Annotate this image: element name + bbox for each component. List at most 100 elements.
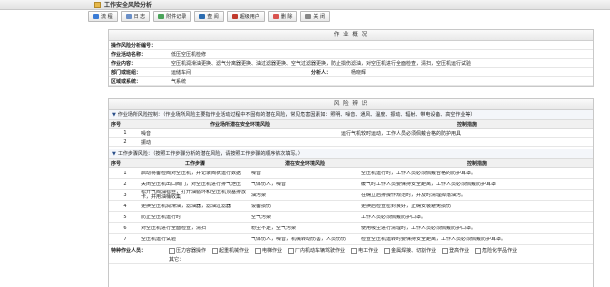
overview-label: 区域或系统： — [111, 78, 142, 85]
overview-label-2: 分析人： — [311, 69, 332, 76]
checkbox-box[interactable] — [351, 247, 358, 254]
checkbox-box[interactable] — [384, 247, 391, 254]
table-row: 2 振动 — [109, 138, 593, 147]
view-button[interactable]: 查 阅 — [194, 10, 224, 22]
cell-risk: 设备损伤 — [251, 203, 272, 209]
table-row: 5 防止空压机运行时 空气污染 工作人员必须佩戴防护口罩。 — [109, 212, 593, 223]
cell-risk: 粉尘不足，空气污染 — [251, 225, 297, 231]
delete-button[interactable]: 删 除 — [267, 10, 298, 22]
cell-measure: 在确立后排操作规范时，并及时清理掉落油污。 — [361, 192, 467, 198]
checkbox-box[interactable] — [169, 247, 175, 254]
special-option-checkbox[interactable]: 金属焊接、切割作业 — [384, 247, 436, 254]
delete-button-label: 删 除 — [280, 13, 293, 20]
checkbox-box[interactable] — [475, 247, 482, 254]
cell-measure: 运行气机较时运动，工作人员必须佩戴合格的防护用具 — [341, 130, 462, 137]
flow-button[interactable]: 流 程 — [88, 10, 118, 22]
overview-label: 作业活动名称： — [111, 51, 147, 58]
cell-risk: 气体伤人，噪音，机械转动伤害，人员伤伤 — [251, 236, 347, 242]
special-option-checkbox[interactable]: 电梯作业 — [255, 247, 282, 254]
cell-risk: 空气污染 — [251, 214, 272, 220]
overview-value: 低压空压机检修 — [171, 51, 207, 58]
log-button-label: 日 志 — [133, 13, 146, 20]
overview-row: 区域或系统： 气系统 — [109, 77, 593, 86]
cell-measure: 工作人员必须佩戴防护口罩。 — [361, 214, 427, 220]
log-button[interactable]: 日 志 — [120, 10, 151, 22]
cell-step: 松开气阀油标丝，打开油循环和空压机顶塞排放卡，并用油桶收集 — [141, 190, 247, 200]
view-button-label: 查 阅 — [207, 13, 219, 20]
section-site-risk-title: 作业场所风险控制：（作业场所风险主要指作业活动过程中不固有的潜在风险，常见危害因… — [117, 112, 476, 118]
special-option-checkbox[interactable]: 电工作业 — [351, 247, 378, 254]
table-row: 7 空压机运行试验 气体伤人，噪音，机械转动伤害，人员伤伤 检查空压机运转时要保持安全… — [109, 234, 593, 245]
overview-value: 空压机润滑油更换、滤气分离器更换、油过滤器更换、空气过滤器更换，防止损伤滤油，对… — [171, 60, 472, 67]
risk-panel: 风 险 辨 识 ▼ 作业场所风险控制：（作业场所风险主要指作业活动过程中不固有的… — [108, 98, 594, 287]
col-measure: 控制措施 — [456, 121, 477, 128]
gallery-button[interactable]: 附件记录 — [153, 10, 192, 22]
overview-panel: 作 业 概 况 操作风险分析编号： 作业活动名称： 低压空压机检修作业内容： 空压机润… — [108, 29, 594, 87]
close-button[interactable]: 关 闭 — [300, 10, 330, 22]
gallery-button-label: 附件记录 — [166, 13, 187, 20]
col-no: 序号 — [111, 160, 122, 167]
chevron-down-icon: ▼ — [112, 111, 116, 118]
view-icon — [199, 13, 206, 19]
folder-icon — [94, 1, 101, 8]
overview-label: 操作风险分析编号： — [111, 42, 157, 49]
table-row: 4 更换空压机润滑油，滤油器，滤油过滤器 设备损伤 更换后检查密封良好，正确安装避免损… — [109, 201, 593, 212]
delete-icon — [272, 13, 279, 19]
table-row: 1 噪音 运行气机较时运动，工作人员必须佩戴合格的防护用具 — [109, 129, 593, 138]
checkbox-label: 起重机械作业 — [219, 248, 250, 254]
cell-risk: 气体伤人，噪音 — [251, 181, 287, 187]
special-option-checkbox[interactable]: 危险化学品作业 — [475, 247, 517, 254]
cell-step: 防止空压机运行时 — [141, 214, 182, 220]
special-worker-row: 特种作业人员： 压力容器操作 起重机械作业 电梯作业 厂内机动车辆驾驶作业 电工作业 金属… — [109, 245, 593, 264]
checkbox-box[interactable] — [442, 247, 449, 254]
gallery-icon — [158, 13, 165, 19]
table-row: 2 关闭空压机出口阀门，对空压机进行排气泄压 气体伤人，噪音 缓气时工作人员要保持安全… — [109, 179, 593, 190]
cell-step: 关闭空压机出口阀门，对空压机进行排气泄压 — [141, 181, 242, 187]
col-no: 序号 — [111, 121, 122, 128]
overview-value: 气系统 — [171, 78, 187, 85]
cell-step: 对空压机进行全面检查，清扫 — [141, 225, 207, 231]
chevron-down-icon: ▼ — [112, 150, 116, 157]
cell-risk: 油污染 — [251, 192, 267, 198]
overview-header: 作 业 概 况 — [109, 30, 593, 41]
cell-measure: 使用吸尘进行清理时，工作人员必须佩戴防护口罩。 — [361, 225, 477, 231]
section-site-risk[interactable]: ▼ 作业场所风险控制：（作业场所风险主要指作业活动过程中不固有的潜在风险，常见危… — [109, 110, 593, 120]
cell-step: 启动将备检阀对空压机，并记录阀状运行数据 — [141, 170, 242, 176]
special-option-checkbox[interactable]: 压力容器操作 — [169, 247, 206, 254]
col-measure: 控制措施 — [466, 160, 487, 167]
cell-no: 3 — [123, 192, 127, 198]
overview-row: 作业内容： 空压机润滑油更换、滤气分离器更换、油过滤器更换、空气过滤器更换，防止损… — [109, 59, 593, 68]
site-risk-table-header: 序号 作业场所潜在安全环境风险 控制措施 — [109, 120, 593, 129]
col-site-risk: 作业场所潜在安全环境风险 — [209, 121, 270, 128]
checkbox-box[interactable] — [212, 247, 219, 254]
cell-step: 空压机运行试验 — [141, 236, 177, 242]
checkbox-label: 金属焊接、切割作业 — [391, 248, 437, 254]
cell-risk: 噪音 — [251, 170, 262, 176]
cell-measure: 缓气时工作人员要保持安全距离，工作人员必须佩戴防护耳罩 — [361, 181, 497, 187]
checkbox-label: 登高作业 — [449, 248, 470, 254]
section-step-risk-title: 工作步骤风险：（按照工作步骤分析的潜在风险，请按照工作步骤的顺序依次填写。） — [117, 151, 303, 157]
special-option-checkbox[interactable]: 厂内机动车辆驾驶作业 — [288, 247, 345, 254]
super-user-button[interactable]: 超级用户 — [226, 10, 265, 22]
cell-no: 1 — [123, 170, 127, 176]
overview-value: 运储车间 — [171, 69, 192, 76]
overview-label: 作业内容： — [111, 60, 137, 67]
table-row: 6 对空压机进行全面检查，清扫 粉尘不足，空气污染 使用吸尘进行清理时，工作人员必须佩… — [109, 223, 593, 234]
special-option-checkbox[interactable]: 登高作业 — [442, 247, 469, 254]
overview-row: 操作风险分析编号： — [109, 41, 593, 50]
super-user-button-label: 超级用户 — [239, 13, 260, 20]
other-label: 其它： — [169, 257, 185, 263]
checkbox-box[interactable] — [255, 247, 262, 254]
cell-measure: 空压机运行时，工作人员必须佩戴合格的防护耳罩。 — [361, 170, 477, 176]
step-risk-table-header: 序号 工作步骤 潜在安全环境风险 控制措施 — [109, 159, 593, 168]
section-step-risk[interactable]: ▼ 工作步骤风险：（按照工作步骤分析的潜在风险，请按照工作步骤的顺序依次填写。） — [109, 149, 593, 159]
special-option-checkbox[interactable]: 起重机械作业 — [212, 247, 249, 254]
checkbox-label: 压力容器操作 — [176, 248, 207, 254]
cell-no: 2 — [123, 139, 127, 145]
cell-risk: 噪音 — [141, 130, 152, 137]
checkbox-box[interactable] — [288, 247, 295, 254]
cell-step: 更换空压机润滑油，滤油器，滤油过滤器 — [141, 203, 232, 209]
col-step: 工作步骤 — [184, 160, 205, 167]
cell-measure: 更换后检查密封良好，正确安装避免损伤 — [361, 203, 452, 209]
checkbox-label: 电工作业 — [358, 248, 379, 254]
